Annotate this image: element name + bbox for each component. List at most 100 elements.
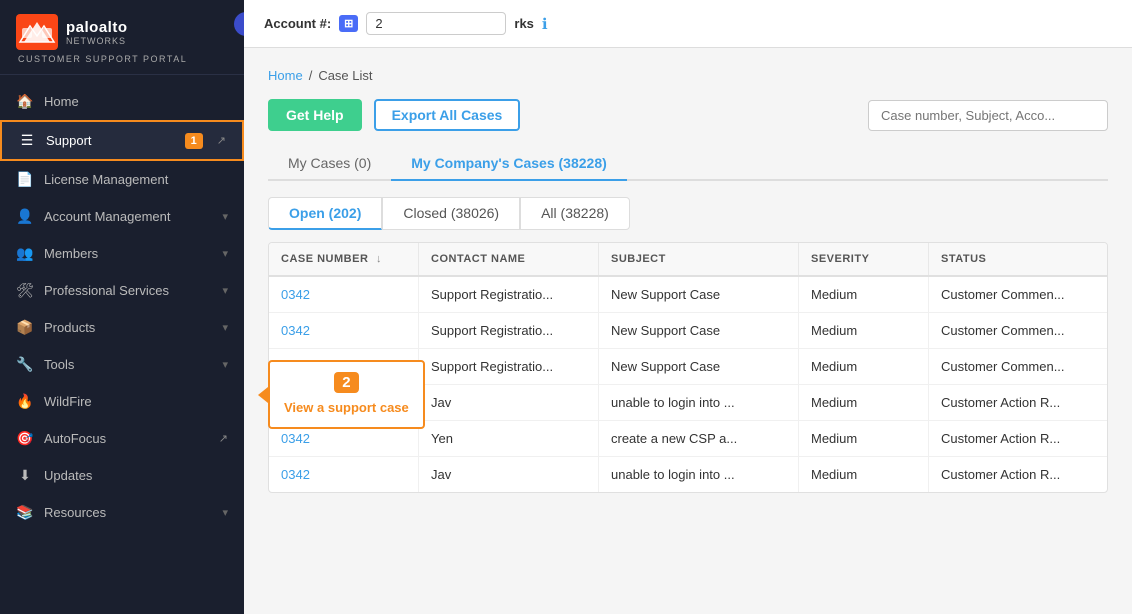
account-icon: ⊞ [339, 15, 358, 32]
subject-cell: unable to login into ... [599, 457, 799, 492]
severity-cell: Medium [799, 313, 929, 348]
subtab-all[interactable]: All (38228) [520, 197, 630, 230]
content-area: Home / Case List Get Help Export All Cas… [244, 48, 1132, 614]
tools-nav-icon: 🔧 [16, 356, 34, 373]
sidebar-label-license: License Management [44, 172, 228, 187]
account-nav-icon: 👤 [16, 208, 34, 225]
sidebar-item-license[interactable]: 📄 License Management [0, 161, 244, 198]
th-case-number: CASE NUMBER ↓ [269, 243, 419, 275]
sidebar-item-account[interactable]: 👤 Account Management ▾ [0, 198, 244, 235]
sidebar-item-wildfire[interactable]: 🔥WildFire [0, 383, 244, 420]
sidebar-label-home: Home [44, 94, 228, 109]
sidebar-item-products[interactable]: 📦 Products ▾ [0, 309, 244, 346]
sidebar-label-updates: Updates [44, 468, 228, 483]
account-label: Account #: [264, 16, 331, 31]
sidebar-label-tools: Tools [44, 357, 212, 372]
account-input[interactable] [366, 12, 506, 35]
badge-support: 1 [185, 133, 203, 149]
arrow-icon-account: ▾ [222, 210, 228, 223]
arrow-icon-professional: ▾ [222, 284, 228, 297]
paloalto-logo-icon [16, 14, 58, 50]
status-cell: Customer Commen... [929, 313, 1108, 348]
sidebar-label-products: Products [44, 320, 212, 335]
status-cell: Customer Commen... [929, 349, 1108, 384]
subject-cell: New Support Case [599, 313, 799, 348]
contact-name-cell: Yen [419, 421, 599, 456]
table-row: 0342 Jav unable to login into ... Medium… [269, 457, 1107, 492]
status-cell: Customer Action R... [929, 421, 1108, 456]
sidebar-label-members: Members [44, 246, 212, 261]
sidebar-item-support[interactable]: ☰ Support 1 ↗ [0, 120, 244, 161]
sidebar-item-members[interactable]: 👥 Members ▾ [0, 235, 244, 272]
case-number-cell[interactable]: 0342 [269, 457, 419, 492]
contact-name-cell: Support Registratio... [419, 277, 599, 312]
severity-cell: Medium [799, 385, 929, 420]
autofocus-nav-icon: 🎯 [16, 430, 34, 447]
th-subject: SUBJECT [599, 243, 799, 275]
tab-my-cases[interactable]: My Cases (0) [268, 147, 391, 181]
sidebar-item-home[interactable]: 🏠 Home [0, 83, 244, 120]
contact-name-cell: Support Registratio... [419, 349, 599, 384]
sidebar-item-updates[interactable]: ⬇ Updates [0, 457, 244, 494]
main-content: Account #: ⊞ rks ℹ Home / Case List Get … [244, 0, 1132, 614]
callout-box: 2 View a support case [268, 360, 425, 429]
top-bar: Account #: ⊞ rks ℹ [244, 0, 1132, 48]
info-icon[interactable]: ℹ [542, 15, 548, 33]
severity-cell: Medium [799, 349, 929, 384]
subtab-open[interactable]: Open (202) [268, 197, 382, 230]
subject-cell: New Support Case [599, 277, 799, 312]
sidebar-logo: paloalto NETWORKS CUSTOMER SUPPORT PORTA… [0, 0, 244, 75]
logo-networks: NETWORKS [66, 36, 128, 46]
case-number-cell[interactable]: 0342 [269, 313, 419, 348]
tab-company-cases[interactable]: My Company's Cases (38228) [391, 147, 627, 181]
severity-cell: Medium [799, 457, 929, 492]
callout-text: View a support case [284, 399, 409, 417]
search-input[interactable] [868, 100, 1108, 131]
breadcrumb: Home / Case List [268, 68, 1108, 83]
ext-icon-autofocus: ↗ [219, 432, 228, 445]
sidebar-item-tools[interactable]: 🔧Tools▾ [0, 346, 244, 383]
breadcrumb-separator: / [309, 68, 313, 83]
table-row: 0342 Support Registratio... New Support … [269, 277, 1107, 313]
status-cell: Customer Action R... [929, 385, 1108, 420]
subject-cell: unable to login into ... [599, 385, 799, 420]
contact-name-cell: Jav [419, 457, 599, 492]
sidebar-item-professional[interactable]: 🛠 Professional Services ▾ [0, 272, 244, 309]
subject-cell: create a new CSP a... [599, 421, 799, 456]
support-nav-icon: ☰ [18, 132, 36, 149]
sidebar-nav: 🏠 Home ☰ Support 1 ↗ 📄 License Management 👤 Accou… [0, 75, 244, 614]
subtab-closed[interactable]: Closed (38026) [382, 197, 520, 230]
portal-label: CUSTOMER SUPPORT PORTAL [16, 54, 187, 64]
members-nav-icon: 👥 [16, 245, 34, 262]
sidebar-label-wildfire: WildFire [44, 394, 228, 409]
export-cases-button[interactable]: Export All Cases [374, 99, 521, 131]
professional-nav-icon: 🛠 [16, 282, 34, 299]
status-cell: Customer Commen... [929, 277, 1108, 312]
get-help-button[interactable]: Get Help [268, 99, 362, 131]
table-row: 0342 Support Registratio... New Support … [269, 313, 1107, 349]
license-nav-icon: 📄 [16, 171, 34, 188]
breadcrumb-current: Case List [318, 68, 372, 83]
arrow-icon-members: ▾ [222, 247, 228, 260]
resources-nav-icon: 📚 [16, 504, 34, 521]
ext-icon-support: ↗ [217, 134, 226, 147]
arrow-icon-products: ▾ [222, 321, 228, 334]
sidebar-label-professional: Professional Services [44, 283, 212, 298]
sidebar-label-autofocus: AutoFocus [44, 431, 205, 446]
table-header: CASE NUMBER ↓ CONTACT NAME SUBJECT SEVER… [269, 243, 1107, 277]
action-row: Get Help Export All Cases [268, 99, 1108, 131]
updates-nav-icon: ⬇ [16, 467, 34, 484]
sort-arrow-icon: ↓ [376, 253, 382, 265]
case-number-cell[interactable]: 0342 [269, 277, 419, 312]
home-nav-icon: 🏠 [16, 93, 34, 110]
products-nav-icon: 📦 [16, 319, 34, 336]
sidebar-item-resources[interactable]: 📚Resources▾ [0, 494, 244, 531]
subject-cell: New Support Case [599, 349, 799, 384]
sidebar-item-autofocus[interactable]: 🎯 AutoFocus ↗ [0, 420, 244, 457]
callout-badge: 2 [334, 372, 358, 393]
sidebar-label-support: Support [46, 133, 171, 148]
contact-name-cell: Jav [419, 385, 599, 420]
callout-arrow-icon [258, 387, 268, 403]
breadcrumb-home[interactable]: Home [268, 68, 303, 83]
sidebar-label-account: Account Management [44, 209, 212, 224]
